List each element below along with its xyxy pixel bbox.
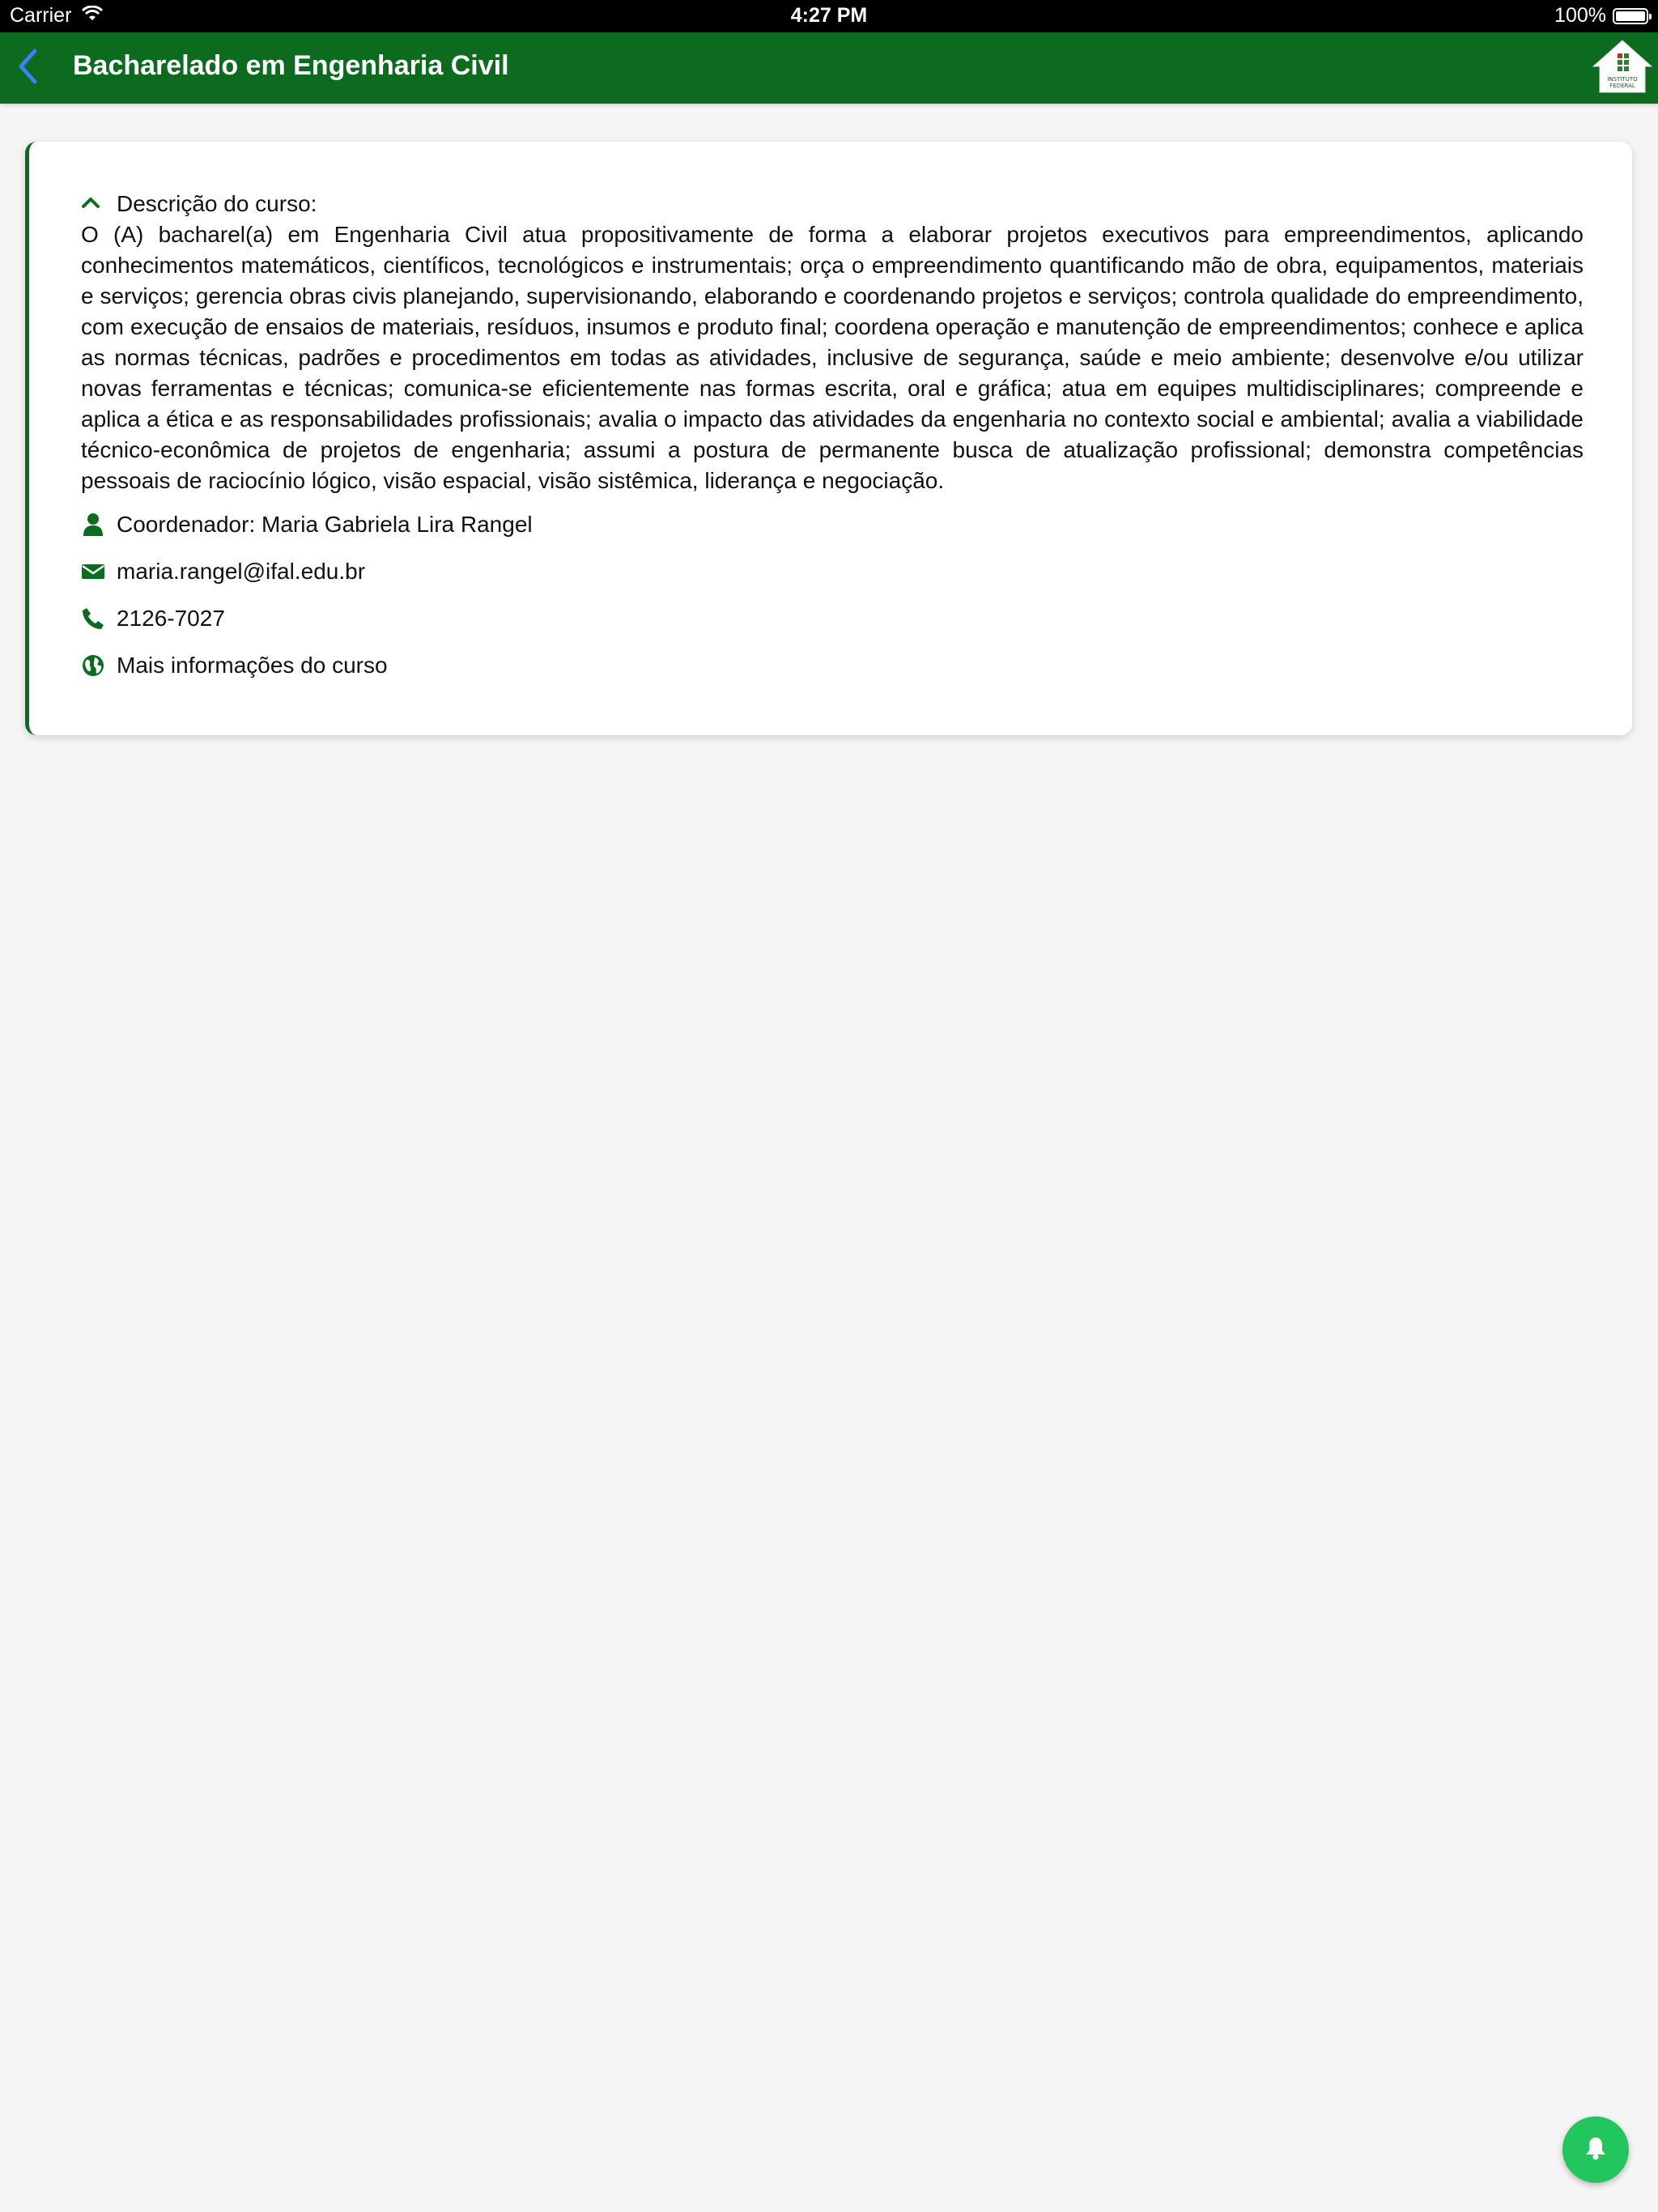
- page-title: Bacharelado em Engenharia Civil: [73, 50, 509, 81]
- bell-icon: [1584, 2136, 1607, 2164]
- user-icon: [81, 513, 105, 536]
- app-header: Bacharelado em Engenharia Civil INSTITUT…: [0, 32, 1658, 104]
- envelope-icon: [81, 563, 105, 581]
- notification-button[interactable]: [1562, 2116, 1629, 2183]
- battery-icon: [1613, 7, 1652, 24]
- globe-icon: [81, 654, 105, 677]
- chevron-up-icon: [81, 196, 117, 213]
- logo-text-line2: FEDERAL: [1609, 83, 1635, 89]
- chevron-left-icon: [17, 49, 38, 88]
- status-time: 4:27 PM: [790, 4, 868, 27]
- logo-text-line1: INSTITUTO: [1607, 76, 1638, 83]
- phone-link[interactable]: 2126-7027: [117, 606, 225, 632]
- coordinator-row: Coordenador: Maria Gabriela Lira Rangel: [81, 501, 1584, 548]
- phone-row[interactable]: 2126-7027: [81, 595, 1584, 642]
- more-info-row[interactable]: Mais informações do curso: [81, 642, 1584, 689]
- back-button[interactable]: [11, 49, 44, 87]
- description-toggle[interactable]: Descrição do curso:: [81, 189, 1584, 219]
- home-logo-button[interactable]: INSTITUTO FEDERAL: [1592, 37, 1653, 96]
- battery-percent: 100%: [1554, 4, 1606, 27]
- more-info-link[interactable]: Mais informações do curso: [117, 653, 388, 678]
- status-bar: Carrier 4:27 PM 100%: [0, 0, 1658, 32]
- course-card-content: Descrição do curso: O (A) bacharel(a) em…: [81, 189, 1584, 689]
- email-row[interactable]: maria.rangel@ifal.edu.br: [81, 548, 1584, 595]
- phone-icon: [81, 607, 105, 630]
- course-description: O (A) bacharel(a) em Engenharia Civil at…: [81, 222, 1584, 493]
- email-link[interactable]: maria.rangel@ifal.edu.br: [117, 559, 365, 585]
- description-label: Descrição do curso:: [117, 191, 317, 216]
- instituto-federal-home-logo: INSTITUTO FEDERAL: [1592, 40, 1653, 99]
- course-card: Descrição do curso: O (A) bacharel(a) em…: [25, 142, 1632, 735]
- coordinator-text: Coordenador: Maria Gabriela Lira Rangel: [117, 512, 533, 537]
- status-right: 100%: [1554, 4, 1652, 28]
